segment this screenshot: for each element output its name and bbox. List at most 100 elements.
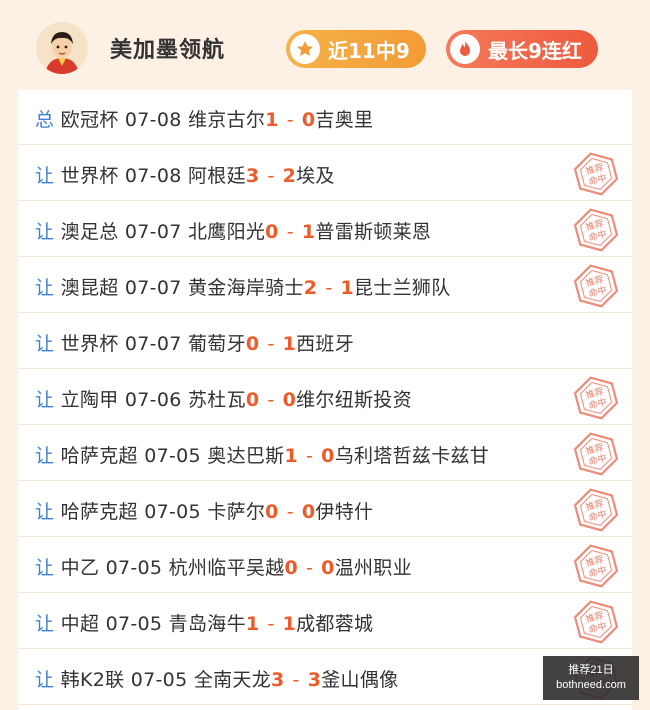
score-separator: - <box>325 277 333 299</box>
match-date: 07-05 <box>144 445 201 467</box>
league-name: 世界杯 <box>60 165 119 187</box>
match-row[interactable]: 让 澳足总 07-07 北鹰阳光0-1普雷斯顿莱恩 推荐 命中 <box>18 202 632 257</box>
away-score: 0 <box>301 109 316 131</box>
match-row[interactable]: 让 哈萨克超 07-05 卡萨尔0-0伊特什 推荐 命中 <box>18 482 632 537</box>
expert-name: 美加墨领航 <box>110 38 226 63</box>
longest-streak-text: 最长9连红 <box>488 38 582 63</box>
league-name: 世界杯 <box>60 333 119 355</box>
league-name: 哈萨克超 <box>60 445 138 467</box>
match-date: 07-05 <box>130 669 188 691</box>
hit-stamp-icon: 推荐命中 <box>572 430 620 478</box>
match-date: 07-05 <box>105 557 163 579</box>
away-team: 埃及 <box>296 165 335 187</box>
score-separator: - <box>267 165 275 187</box>
match-row[interactable]: 让 世界杯 07-08 阿根廷3-2埃及 推荐 命中 <box>18 146 632 201</box>
hit-stamp-icon: 推荐命中 <box>572 206 620 254</box>
avatar[interactable] <box>36 22 88 74</box>
home-team: 阿根廷 <box>187 165 246 187</box>
score-separator: - <box>267 389 275 411</box>
match-date: 07-08 <box>124 165 182 187</box>
match-text: 让 中乙 07-05 杭州临平吴越0-0温州职业 <box>35 553 412 580</box>
home-score: 0 <box>265 501 279 523</box>
match-row[interactable]: 让 韩K2联 07-05 全南天龙3-3釜山偶像推荐命中 <box>18 650 632 705</box>
home-score: 2 <box>303 277 318 299</box>
home-team: 北鹰阳光 <box>187 221 266 243</box>
match-date: 07-07 <box>124 221 182 243</box>
bet-type-tag: 总 <box>35 109 55 131</box>
away-team: 西班牙 <box>296 333 354 355</box>
score-separator: - <box>306 445 314 467</box>
match-text: 让 韩K2联 07-05 全南天龙3-3釜山偶像 <box>35 665 398 692</box>
hit-stamp-icon: 推荐命中 <box>572 598 620 646</box>
match-row[interactable]: 让 立陶甲 07-06 苏杜瓦0-0维尔纽斯投资 推荐 命中 <box>18 370 632 425</box>
away-team: 伊特什 <box>315 501 374 523</box>
away-team: 吉奥里 <box>315 109 374 131</box>
match-row[interactable]: 让 中乙 07-05 杭州临平吴越0-0温州职业 推荐 命中 <box>18 538 632 593</box>
away-score: 1 <box>282 613 297 635</box>
home-score: 0 <box>284 557 299 579</box>
match-date: 07-07 <box>124 333 182 355</box>
expert-header: 美加墨领航 近11中9 最长9连红 <box>0 0 650 90</box>
league-name: 欧冠杯 <box>60 109 119 131</box>
score-separator: - <box>267 613 275 635</box>
match-text: 让 世界杯 07-08 阿根廷3-2埃及 <box>35 161 335 188</box>
away-score: 0 <box>282 389 297 411</box>
match-row[interactable]: 让 哈萨克超 07-05 奥达巴斯1-0乌利塔哲兹卡兹甘 推荐 命中 <box>18 426 632 481</box>
league-name: 澳昆超 <box>60 277 119 299</box>
match-record-list: 总 欧冠杯 07-08 维京古尔1-0吉奥里让 世界杯 07-08 阿根廷3-2… <box>18 90 632 710</box>
league-name: 哈萨克超 <box>60 501 138 523</box>
match-row[interactable]: 让 澳昆超 07-07 黄金海岸骑士2-1昆士兰狮队 推荐 命中 <box>18 258 632 313</box>
bet-type-tag: 让 <box>35 277 55 299</box>
match-row[interactable]: 让 中超 07-05 青岛海牛1-1成都蓉城 推荐 命中 <box>18 594 632 649</box>
match-text: 让 中超 07-05 青岛海牛1-1成都蓉城 <box>35 609 373 636</box>
score-separator: - <box>267 333 275 355</box>
match-row[interactable]: 总 欧冠杯 07-08 维京古尔1-0吉奥里 <box>18 90 632 145</box>
match-text: 让 立陶甲 07-06 苏杜瓦0-0维尔纽斯投资 <box>35 385 412 412</box>
score-separator: - <box>286 221 294 243</box>
bet-type-tag: 让 <box>35 445 55 467</box>
score-separator: - <box>306 557 314 579</box>
bet-type-tag: 让 <box>35 221 55 243</box>
home-score: 1 <box>284 445 298 467</box>
league-name: 澳足总 <box>60 221 119 243</box>
match-text: 让 澳足总 07-07 北鹰阳光0-1普雷斯顿莱恩 <box>35 217 431 244</box>
away-score: 1 <box>301 221 316 243</box>
bet-type-tag: 让 <box>35 557 55 579</box>
away-team: 成都蓉城 <box>296 613 374 635</box>
away-team: 普雷斯顿莱恩 <box>315 221 432 243</box>
match-row[interactable]: 让 世界杯 07-07 葡萄牙0-1西班牙 <box>18 314 632 369</box>
away-score: 0 <box>321 557 335 579</box>
bet-type-tag: 让 <box>35 669 55 691</box>
home-team: 葡萄牙 <box>187 333 246 355</box>
away-team: 温州职业 <box>334 557 412 579</box>
match-text: 总 欧冠杯 07-08 维京古尔1-0吉奥里 <box>35 105 373 132</box>
watermark-line1: 推荐21日 <box>568 664 614 676</box>
hit-stamp-icon: 推荐命中 <box>572 150 620 198</box>
bet-type-tag: 让 <box>35 501 55 523</box>
away-team: 釜山偶像 <box>321 669 399 691</box>
score-separator: - <box>292 669 300 691</box>
home-team: 奥达巴斯 <box>207 445 285 467</box>
hit-stamp-icon: 推荐命中 <box>572 374 620 422</box>
match-date: 07-06 <box>124 389 182 411</box>
home-team: 苏杜瓦 <box>187 389 246 411</box>
away-score: 0 <box>301 501 316 523</box>
league-name: 立陶甲 <box>60 389 119 411</box>
home-score: 3 <box>245 165 260 187</box>
star-icon <box>290 34 320 64</box>
match-date: 07-07 <box>124 277 182 299</box>
league-name: 韩K2联 <box>60 669 125 691</box>
home-team: 杭州临平吴越 <box>168 557 285 579</box>
recent-hits-text: 近11中9 <box>328 38 410 63</box>
away-score: 3 <box>307 669 322 691</box>
longest-streak-badge: 最长9连红 <box>446 30 598 68</box>
match-text: 让 澳昆超 07-07 黄金海岸骑士2-1昆士兰狮队 <box>35 273 451 300</box>
away-score: 2 <box>282 165 297 187</box>
score-separator: - <box>286 109 294 131</box>
match-text: 让 世界杯 07-07 葡萄牙0-1西班牙 <box>35 329 354 356</box>
match-date: 07-05 <box>105 613 163 635</box>
hit-stamp-icon: 推荐命中 <box>572 262 620 310</box>
league-name: 中超 <box>60 613 100 635</box>
away-team: 乌利塔哲兹卡兹甘 <box>334 445 490 467</box>
league-name: 中乙 <box>60 557 100 579</box>
